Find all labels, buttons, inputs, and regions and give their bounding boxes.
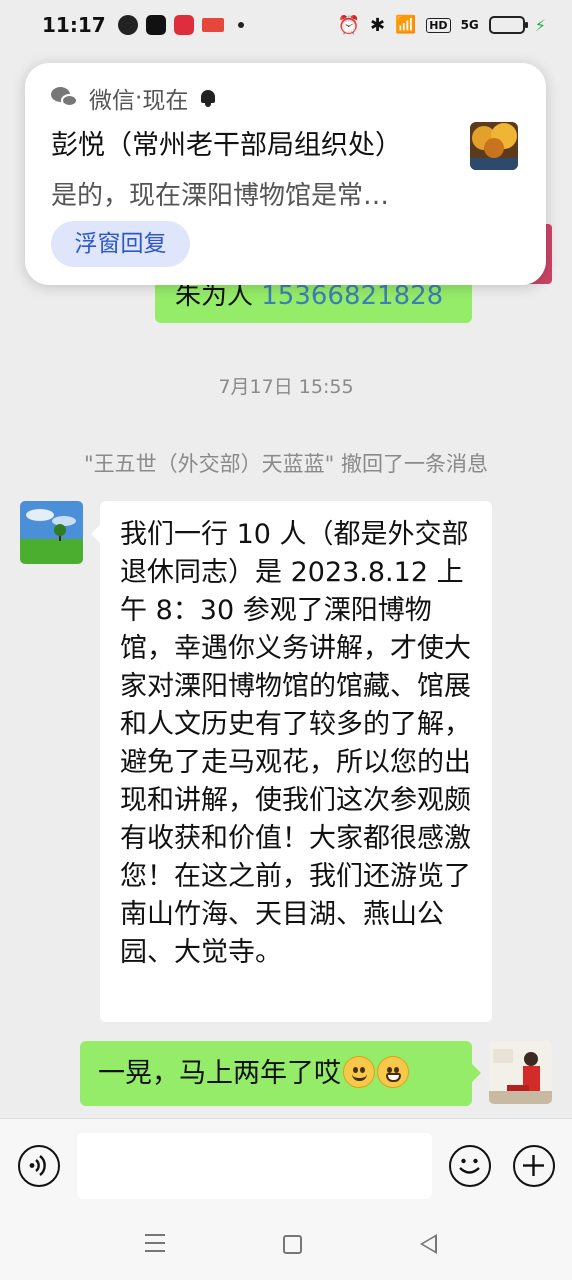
bluetooth-icon: ✱	[369, 14, 386, 36]
emoji-icon	[459, 1158, 480, 1174]
app-notification-icon	[173, 15, 194, 35]
wechat-icon	[51, 87, 79, 109]
battery-icon	[488, 16, 528, 34]
status-bar: 11:17 ⏰ ✱ 📶 HD 5G ⚡	[0, 0, 572, 50]
emoji-picker-button[interactable]	[449, 1145, 491, 1187]
incoming-message-text: 我们一行 10 人（都是外交部退休同志）是 2023.8.12 上午 8：30 …	[120, 519, 471, 968]
landscape-avatar-image	[20, 501, 83, 564]
voice-icon	[29, 1155, 46, 1176]
more-actions-button[interactable]	[513, 1145, 555, 1187]
news-app-icon	[201, 18, 224, 32]
wifi-icon: 📶	[395, 15, 417, 35]
bell-icon	[200, 89, 216, 107]
notification-app-name: 微信	[89, 88, 135, 114]
notification-separator: ·	[135, 85, 143, 111]
message-text-input[interactable]	[77, 1133, 432, 1199]
charging-icon: ⚡	[534, 15, 546, 35]
system-navigation-bar	[0, 1210, 572, 1280]
cellular-signal-icon: 5G	[460, 18, 479, 32]
autumn-tree-image	[470, 122, 518, 170]
hd-icon: HD	[426, 17, 451, 33]
phone-number-link[interactable]: 15366821828	[261, 281, 443, 311]
plus-icon	[523, 1155, 544, 1176]
outgoing-message-text: 一晃，马上两年了哎	[98, 1058, 341, 1089]
floating-reply-button[interactable]: 浮窗回复	[51, 221, 190, 267]
notification-preview: 是的，现在溧阳博物馆是常…	[51, 181, 390, 211]
voice-input-button[interactable]	[18, 1145, 60, 1187]
sender-avatar-thumbnail	[470, 122, 518, 170]
recall-system-message: "王五世（外交部）天蓝蓝" 撤回了一条消息	[84, 452, 488, 476]
grin-emoji-icon	[377, 1056, 409, 1088]
notification-time: 现在	[142, 88, 189, 114]
wechat-notification-icon	[117, 15, 138, 35]
back-icon[interactable]	[420, 1234, 437, 1254]
partial-message-text: 朱为人	[175, 281, 262, 311]
incoming-message-bubble[interactable]: 我们一行 10 人（都是外交部退休同志）是 2023.8.12 上午 8：30 …	[91, 501, 492, 1022]
person-avatar-image	[489, 1041, 552, 1104]
my-avatar[interactable]	[489, 1041, 552, 1104]
home-icon[interactable]	[283, 1235, 302, 1254]
alarm-icon: ⏰	[337, 14, 360, 36]
outgoing-message-bubble[interactable]: 一晃，马上两年了哎	[80, 1041, 481, 1106]
smile-emoji-icon	[343, 1056, 375, 1088]
wechat-notification-popup[interactable]: 微信 · 现在 彭悦（常州老干部局组织处） 是的，现在溧阳博物馆是常… 浮窗回复	[25, 63, 546, 285]
contact-avatar[interactable]	[20, 501, 83, 564]
notification-header: 微信 · 现在	[51, 81, 216, 115]
notification-title: 彭悦（常州老干部局组织处）	[51, 130, 402, 161]
tiktok-icon	[145, 15, 166, 35]
clock: 11:17	[42, 13, 106, 37]
menu-icon[interactable]	[145, 1234, 165, 1252]
more-notifications-dot	[237, 22, 244, 28]
message-input-bar	[0, 1118, 572, 1210]
message-timestamp: 7月17日 15:55	[218, 376, 354, 398]
